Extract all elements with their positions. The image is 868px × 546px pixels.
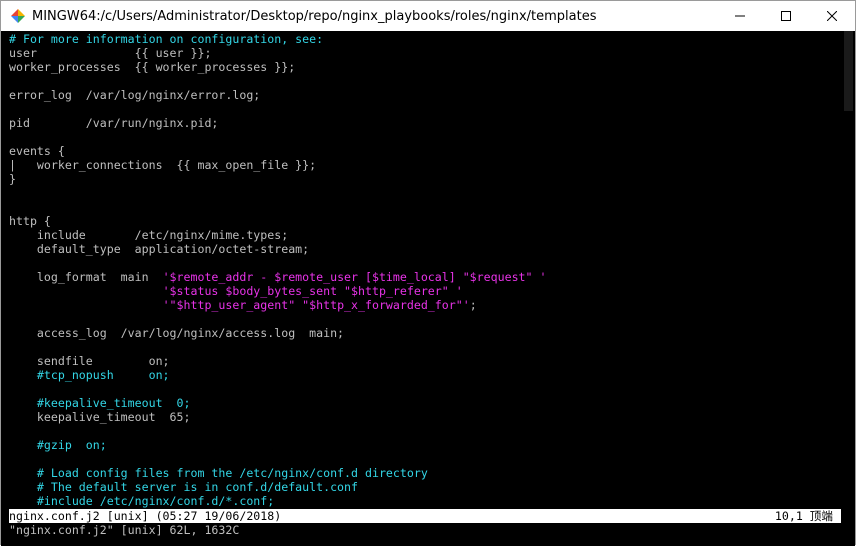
code-text: log_format main [9, 270, 163, 284]
terminal-window[interactable]: MINGW64:/c/Users/Administrator/Desktop/r… [0, 0, 856, 546]
code-string: '$status $body_bytes_sent "$http_referer… [162, 284, 463, 298]
code-text: http { [9, 214, 51, 228]
code-line[interactable]: worker_processes {{ worker_processes }}; [9, 60, 841, 74]
code-line[interactable]: | worker_connections {{ max_open_file }}… [9, 158, 841, 172]
code-line[interactable]: '"$http_user_agent" "$http_x_forwarded_f… [9, 298, 841, 312]
close-button[interactable] [809, 1, 855, 31]
editor-buffer[interactable]: # For more information on configuration,… [9, 32, 841, 508]
code-line[interactable] [9, 312, 841, 326]
vim-status-bar: nginx.conf.j2 [unix] (05:27 19/06/2018) … [9, 509, 841, 523]
code-line[interactable]: default_type application/octet-stream; [9, 242, 841, 256]
code-line[interactable] [9, 256, 841, 270]
window-title: MINGW64:/c/Users/Administrator/Desktop/r… [32, 8, 597, 24]
code-text: access_log /var/log/nginx/access.log mai… [9, 326, 345, 340]
code-line[interactable]: pid /var/run/nginx.pid; [9, 116, 841, 130]
code-comment: #gzip on; [9, 438, 107, 452]
scrollbar[interactable] [841, 31, 855, 546]
scrollbar-thumb[interactable] [844, 31, 853, 111]
maximize-icon [781, 11, 791, 21]
code-comment: # For more information on configuration,… [9, 32, 324, 46]
code-line[interactable]: '$status $body_bytes_sent "$http_referer… [9, 284, 841, 298]
code-text: ; [469, 298, 477, 312]
code-line[interactable] [9, 382, 841, 396]
code-line[interactable]: http { [9, 214, 841, 228]
code-line[interactable]: access_log /var/log/nginx/access.log mai… [9, 326, 841, 340]
code-line[interactable] [9, 452, 841, 466]
code-string: '"$http_user_agent" "$http_x_forwarded_f… [162, 298, 470, 312]
code-line[interactable]: events { [9, 144, 841, 158]
code-line[interactable]: #include /etc/nginx/conf.d/*.conf; [9, 494, 841, 508]
maximize-button[interactable] [763, 1, 809, 31]
status-file-info: nginx.conf.j2 [unix] (05:27 19/06/2018) [9, 509, 282, 523]
code-text: } [9, 172, 16, 186]
code-comment: #tcp_nopush on; [9, 368, 170, 382]
git-bash-icon [11, 9, 25, 23]
code-line[interactable]: # For more information on configuration,… [9, 32, 841, 46]
code-line[interactable]: include /etc/nginx/mime.types; [9, 228, 841, 242]
code-text: error_log /var/log/nginx/error.log; [9, 88, 261, 102]
code-line[interactable] [9, 74, 841, 88]
code-text: sendfile on; [9, 354, 170, 368]
code-text: default_type application/octet-stream; [9, 242, 310, 256]
code-text: | worker_connections {{ max_open_file }}… [9, 158, 317, 172]
code-text: worker_processes {{ worker_processes }}; [9, 60, 296, 74]
code-line[interactable] [9, 424, 841, 438]
minimize-button[interactable] [717, 1, 763, 31]
code-line[interactable]: user {{ user }}; [9, 46, 841, 60]
code-comment: # Load config files from the /etc/nginx/… [9, 466, 428, 480]
code-line[interactable]: #gzip on; [9, 438, 841, 452]
code-string: '$remote_addr - $remote_user [$time_loca… [162, 270, 547, 284]
code-line[interactable]: # The default server is in conf.d/defaul… [9, 480, 841, 494]
code-comment: # The default server is in conf.d/defaul… [9, 480, 359, 494]
code-line[interactable] [9, 186, 841, 200]
status-cursor-position: 10,1 顶端 [774, 509, 833, 523]
code-line[interactable] [9, 130, 841, 144]
code-text: pid /var/run/nginx.pid; [9, 116, 219, 130]
code-line[interactable]: #keepalive_timeout 0; [9, 396, 841, 410]
code-text: include /etc/nginx/mime.types; [9, 228, 289, 242]
close-icon [827, 11, 837, 21]
code-text: events { [9, 144, 65, 158]
code-line[interactable] [9, 340, 841, 354]
minimize-icon [735, 15, 745, 17]
terminal-area[interactable]: # For more information on configuration,… [1, 31, 855, 546]
code-line[interactable]: #tcp_nopush on; [9, 368, 841, 382]
code-line[interactable]: # Load config files from the /etc/nginx/… [9, 466, 841, 480]
code-comment: #keepalive_timeout 0; [9, 396, 191, 410]
code-line[interactable]: } [9, 172, 841, 186]
code-line[interactable]: error_log /var/log/nginx/error.log; [9, 88, 841, 102]
code-text: keepalive_timeout 65; [9, 410, 191, 424]
code-comment: #include /etc/nginx/conf.d/*.conf; [9, 494, 275, 508]
vim-command-line[interactable]: "nginx.conf.j2" [unix] 62L, 1632C [9, 523, 239, 537]
code-line[interactable] [9, 102, 841, 116]
code-line[interactable]: keepalive_timeout 65; [9, 410, 841, 424]
code-line[interactable] [9, 200, 841, 214]
code-text: user {{ user }}; [9, 46, 212, 60]
title-bar[interactable]: MINGW64:/c/Users/Administrator/Desktop/r… [1, 1, 855, 31]
code-line[interactable]: sendfile on; [9, 354, 841, 368]
code-line[interactable]: log_format main '$remote_addr - $remote_… [9, 270, 841, 284]
